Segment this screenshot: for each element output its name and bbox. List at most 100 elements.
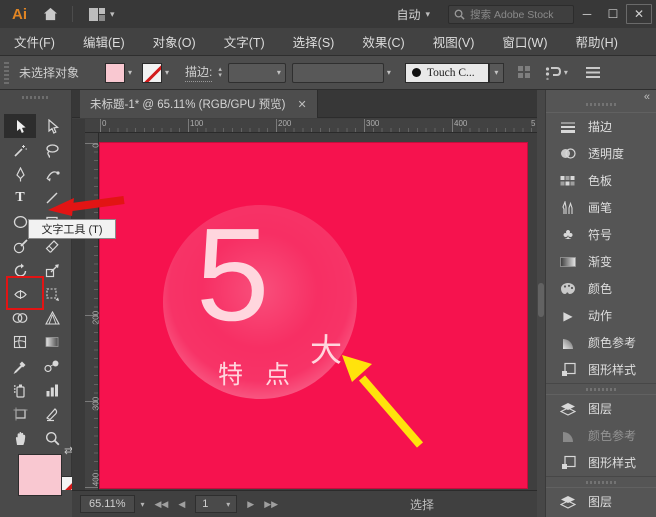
panel-tab-layers-2[interactable]: 图层 [546,488,656,515]
tool-blend[interactable] [36,354,68,378]
prev-artboard-icon[interactable]: ◀ [178,499,185,510]
tool-symbol-sprayer[interactable] [4,378,36,402]
control-bar: 未选择对象 ▾ ▾ 描边: ▴ ▾ ▾ ▾ Touch C... ▾ ▾ [0,56,656,90]
stroke-weight-dropdown[interactable]: ▾ [228,63,286,83]
control-bar-menu-icon[interactable] [586,67,600,78]
graphic-styles-icon [559,362,577,378]
dock-divider[interactable] [546,384,656,394]
tool-artboard[interactable] [4,402,36,426]
document-tab[interactable]: 未标题-1* @ 65.11% (RGB/GPU 预览) ✕ [80,90,318,118]
tool-slice[interactable] [36,402,68,426]
menu-window[interactable]: 窗口(W) [488,28,561,55]
dock-grip[interactable] [586,103,616,106]
collapse-panels-icon[interactable]: « [644,91,650,103]
annotation-yellow-arrow [328,348,438,458]
tab-close-icon[interactable]: ✕ [298,98,307,111]
width-profile-preview[interactable] [292,63,384,83]
search-placeholder: 搜索 Adobe Stock [470,7,553,22]
menu-file[interactable]: 文件(F) [0,28,69,55]
stroke-icon [559,119,577,135]
menu-view[interactable]: 视图(V) [419,28,489,55]
tool-mesh[interactable] [4,330,36,354]
stock-search-input[interactable]: 搜索 Adobe Stock [448,5,574,24]
panel-tab-stroke[interactable]: 描边 [546,113,656,140]
stroke-color-chevron[interactable]: ▾ [165,68,169,77]
next-artboard-icon[interactable]: ▶ [247,499,254,510]
menu-select[interactable]: 选择(S) [279,28,349,55]
tool-lasso[interactable] [36,138,68,162]
right-dock-panel: « 描边 透明度 色板 画笔 ♣ 符号 [545,90,656,517]
menu-effect[interactable]: 效果(C) [348,28,418,55]
close-button[interactable]: ✕ [626,4,652,24]
app-logo: Ai [12,6,27,23]
shape-properties-icon[interactable] [545,66,561,80]
annotation-highlight-box [6,276,44,310]
width-profile-chevron[interactable]: ▾ [387,68,391,77]
title-bar: Ai ▾ 自动 ▾ 搜索 Adobe Stock ─ ☐ ✕ [0,0,656,28]
minimize-button[interactable]: ─ [574,4,600,24]
brush-definition-combo[interactable]: Touch C... [405,63,489,83]
artwork-number: 5 [196,209,269,341]
shape-properties-chevron[interactable]: ▾ [564,68,568,77]
status-bar: 65.11% ▾ ◀◀ ◀ 1 ▾ ▶ ▶▶ 选择 [72,490,537,517]
recolor-artwork-icon [518,66,531,79]
panel-tab-layers[interactable]: 图层 [546,395,656,422]
artboard-number-field[interactable]: 1 ▾ [195,495,237,513]
h-ruler-label: 100 [190,119,203,128]
maximize-button[interactable]: ☐ [600,4,626,24]
brush-definition-chevron[interactable]: ▾ [489,63,504,83]
panel-tab-color-guide[interactable]: 颜色参考 [546,329,656,356]
stroke-weight-stepper[interactable]: ▴ ▾ [218,67,222,79]
tool-pen[interactable] [4,162,36,186]
stroke-weight-label[interactable]: 描边: [185,63,212,82]
vertical-scrollbar[interactable] [537,90,545,517]
panel-tab-color-guide-dimmed[interactable]: 颜色参考 [546,422,656,449]
panel-tab-graphic-styles-2[interactable]: 图形样式 [546,449,656,476]
tool-column-graph[interactable] [36,378,68,402]
tool-direct-selection[interactable] [36,114,68,138]
panel-tab-transparency[interactable]: 透明度 [546,140,656,167]
arrange-documents-icon[interactable] [89,8,105,21]
last-artboard-icon[interactable]: ▶▶ [264,499,278,510]
tool-curvature[interactable] [36,162,68,186]
tool-selection[interactable] [4,114,36,138]
tool-magic-wand[interactable] [4,138,36,162]
zoom-level-field[interactable]: 65.11% [80,495,135,513]
graphic-styles-icon [559,455,577,471]
menu-type[interactable]: 文字(T) [210,28,279,55]
fill-color-chevron[interactable]: ▾ [128,68,132,77]
panel-tab-gradient[interactable]: 渐变 [546,248,656,275]
zoom-level-chevron[interactable]: ▾ [141,500,145,509]
dock-divider[interactable] [546,477,656,487]
swatches-icon [559,173,577,189]
brushes-icon [559,200,577,216]
fill-color-swatch[interactable] [105,63,125,83]
scrollbar-thumb[interactable] [538,283,544,317]
tool-gradient[interactable] [36,330,68,354]
stroke-color-swatch[interactable] [142,63,162,83]
first-artboard-icon[interactable]: ◀◀ [155,499,169,510]
tool-type[interactable]: T [4,186,36,210]
gpu-mode-dropdown[interactable]: 自动 ▾ [397,6,431,23]
arrange-documents-chevron[interactable]: ▾ [110,9,115,20]
panel-tab-actions[interactable]: ▶ 动作 [546,302,656,329]
horizontal-ruler[interactable]: 0 100 200 300 400 5 [85,119,537,133]
panel-tab-symbols[interactable]: ♣ 符号 [546,221,656,248]
menu-help[interactable]: 帮助(H) [562,28,632,55]
menu-edit[interactable]: 编辑(E) [69,28,139,55]
panel-tab-swatches[interactable]: 色板 [546,167,656,194]
panel-tab-brushes[interactable]: 画笔 [546,194,656,221]
vertical-ruler[interactable]: 0 100 200 300 400 [85,133,99,490]
home-icon[interactable] [43,7,58,21]
panel-tab-graphic-styles[interactable]: 图形样式 [546,356,656,383]
tool-hand[interactable] [4,426,36,450]
control-bar-grip[interactable] [4,62,9,84]
symbols-icon: ♣ [559,227,577,243]
fill-proxy-swatch[interactable] [18,454,62,496]
menu-object[interactable]: 对象(O) [139,28,210,55]
tools-panel-grip[interactable] [22,96,50,99]
panel-tab-color[interactable]: 颜色 [546,275,656,302]
artboard-canvas[interactable]: 5 大 特点 [100,143,527,488]
tool-eyedropper[interactable] [4,354,36,378]
transparency-icon [559,146,577,162]
